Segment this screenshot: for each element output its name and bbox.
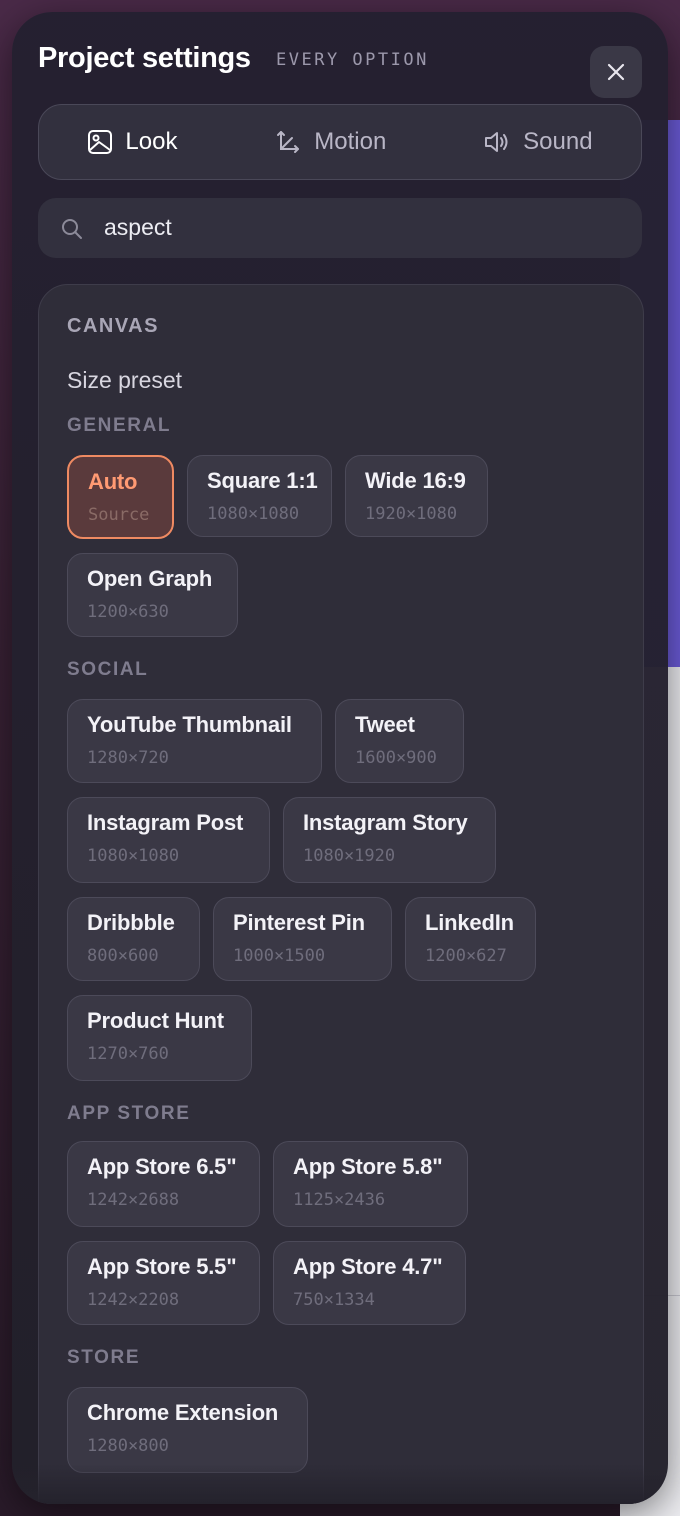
tab-look[interactable]: Look bbox=[87, 128, 177, 156]
preset-name: LinkedIn bbox=[425, 910, 514, 935]
preset-auto[interactable]: Auto Source bbox=[67, 455, 174, 539]
group-label-app-store: APP STORE bbox=[67, 1103, 191, 1124]
group-label-store: STORE bbox=[67, 1347, 141, 1368]
preset-dims: 1242×2208 bbox=[87, 1290, 180, 1310]
tab-motion[interactable]: Motion bbox=[274, 128, 386, 156]
preset-name: App Store 5.8" bbox=[293, 1154, 443, 1179]
preset-instagram-story[interactable]: Instagram Story 1080×1920 bbox=[283, 797, 496, 883]
preset-youtube-thumbnail[interactable]: YouTube Thumbnail 1280×720 bbox=[67, 699, 322, 783]
preset-dims: 1200×627 bbox=[425, 946, 507, 966]
panel-subtitle: EVERY OPTION bbox=[276, 50, 429, 70]
tab-sound-label: Sound bbox=[523, 128, 593, 155]
tab-look-label: Look bbox=[125, 128, 178, 155]
preset-name: Chrome Extension bbox=[87, 1400, 279, 1425]
preset-dims: 750×1334 bbox=[293, 1290, 375, 1310]
tab-bar: Look Motion Sound bbox=[38, 104, 642, 180]
group-label-general: GENERAL bbox=[67, 415, 172, 436]
preset-open-graph[interactable]: Open Graph 1200×630 bbox=[67, 553, 238, 637]
preset-name: Open Graph bbox=[87, 566, 213, 591]
preset-tweet[interactable]: Tweet 1600×900 bbox=[335, 699, 464, 783]
tab-sound[interactable]: Sound bbox=[483, 128, 593, 156]
preset-wide[interactable]: Wide 16:9 1920×1080 bbox=[345, 455, 488, 537]
preset-name: Square 1:1 bbox=[207, 468, 318, 493]
preset-name: Instagram Story bbox=[303, 810, 468, 835]
preset-name: Pinterest Pin bbox=[233, 910, 365, 935]
preset-linkedin[interactable]: LinkedIn 1200×627 bbox=[405, 897, 536, 981]
preset-product-hunt[interactable]: Product Hunt 1270×760 bbox=[67, 995, 252, 1081]
preset-name: App Store 5.5" bbox=[87, 1254, 237, 1279]
preset-dims: 1242×2688 bbox=[87, 1190, 180, 1210]
preset-chrome-extension[interactable]: Chrome Extension 1280×800 bbox=[67, 1387, 308, 1473]
preset-dims: Source bbox=[88, 505, 150, 525]
preset-app-store-4-7[interactable]: App Store 4.7" 750×1334 bbox=[273, 1241, 466, 1325]
search-icon bbox=[62, 219, 82, 239]
preset-dims: 1000×1500 bbox=[233, 946, 326, 966]
preset-dims: 1200×630 bbox=[87, 602, 169, 622]
preset-app-store-6-5[interactable]: App Store 6.5" 1242×2688 bbox=[67, 1141, 260, 1227]
preset-name: Dribbble bbox=[87, 910, 175, 935]
preset-name: Tweet bbox=[355, 712, 415, 737]
preset-dims: 1080×1920 bbox=[303, 846, 396, 866]
preset-dims: 1270×760 bbox=[87, 1044, 169, 1064]
preset-instagram-post[interactable]: Instagram Post 1080×1080 bbox=[67, 797, 270, 883]
section-title: CANVAS bbox=[67, 315, 159, 337]
close-icon bbox=[607, 63, 625, 81]
speaker-icon bbox=[485, 132, 508, 152]
preset-name: Wide 16:9 bbox=[365, 468, 466, 493]
image-icon bbox=[88, 130, 113, 154]
preset-dims: 1080×1080 bbox=[207, 504, 300, 524]
group-label-social: SOCIAL bbox=[67, 659, 149, 680]
preset-app-store-5-8[interactable]: App Store 5.8" 1125×2436 bbox=[273, 1141, 468, 1227]
search-input[interactable]: aspect bbox=[38, 198, 642, 258]
close-button[interactable] bbox=[590, 46, 642, 98]
canvas-section: CANVAS Size preset GENERAL Auto Source S… bbox=[38, 284, 644, 1504]
preset-dims: 800×600 bbox=[87, 946, 159, 966]
preset-pinterest-pin[interactable]: Pinterest Pin 1000×1500 bbox=[213, 897, 392, 981]
scroll-fade bbox=[12, 1464, 668, 1504]
axes-icon bbox=[277, 131, 300, 153]
panel-header: Project settings EVERY OPTION bbox=[38, 40, 642, 98]
preset-app-store-5-5[interactable]: App Store 5.5" 1242×2208 bbox=[67, 1241, 260, 1325]
preset-name: App Store 4.7" bbox=[293, 1254, 443, 1279]
preset-dims: 1080×1080 bbox=[87, 846, 180, 866]
project-settings-panel: Project settings EVERY OPTION Look Motio… bbox=[12, 12, 668, 1504]
field-label: Size preset bbox=[67, 367, 183, 393]
preset-dims: 1600×900 bbox=[355, 748, 437, 768]
preset-name: Auto bbox=[88, 469, 138, 494]
preset-name: Instagram Post bbox=[87, 810, 244, 835]
preset-name: YouTube Thumbnail bbox=[87, 712, 292, 737]
search-value: aspect bbox=[104, 214, 172, 240]
panel-title: Project settings bbox=[38, 42, 251, 74]
preset-dims: 1125×2436 bbox=[293, 1190, 386, 1210]
preset-dims: 1280×800 bbox=[87, 1436, 169, 1456]
preset-dims: 1920×1080 bbox=[365, 504, 458, 524]
tab-motion-label: Motion bbox=[314, 128, 387, 155]
preset-name: Product Hunt bbox=[87, 1008, 224, 1033]
preset-dribbble[interactable]: Dribbble 800×600 bbox=[67, 897, 200, 981]
preset-name: App Store 6.5" bbox=[87, 1154, 237, 1179]
preset-dims: 1280×720 bbox=[87, 748, 169, 768]
preset-square[interactable]: Square 1:1 1080×1080 bbox=[187, 455, 332, 537]
